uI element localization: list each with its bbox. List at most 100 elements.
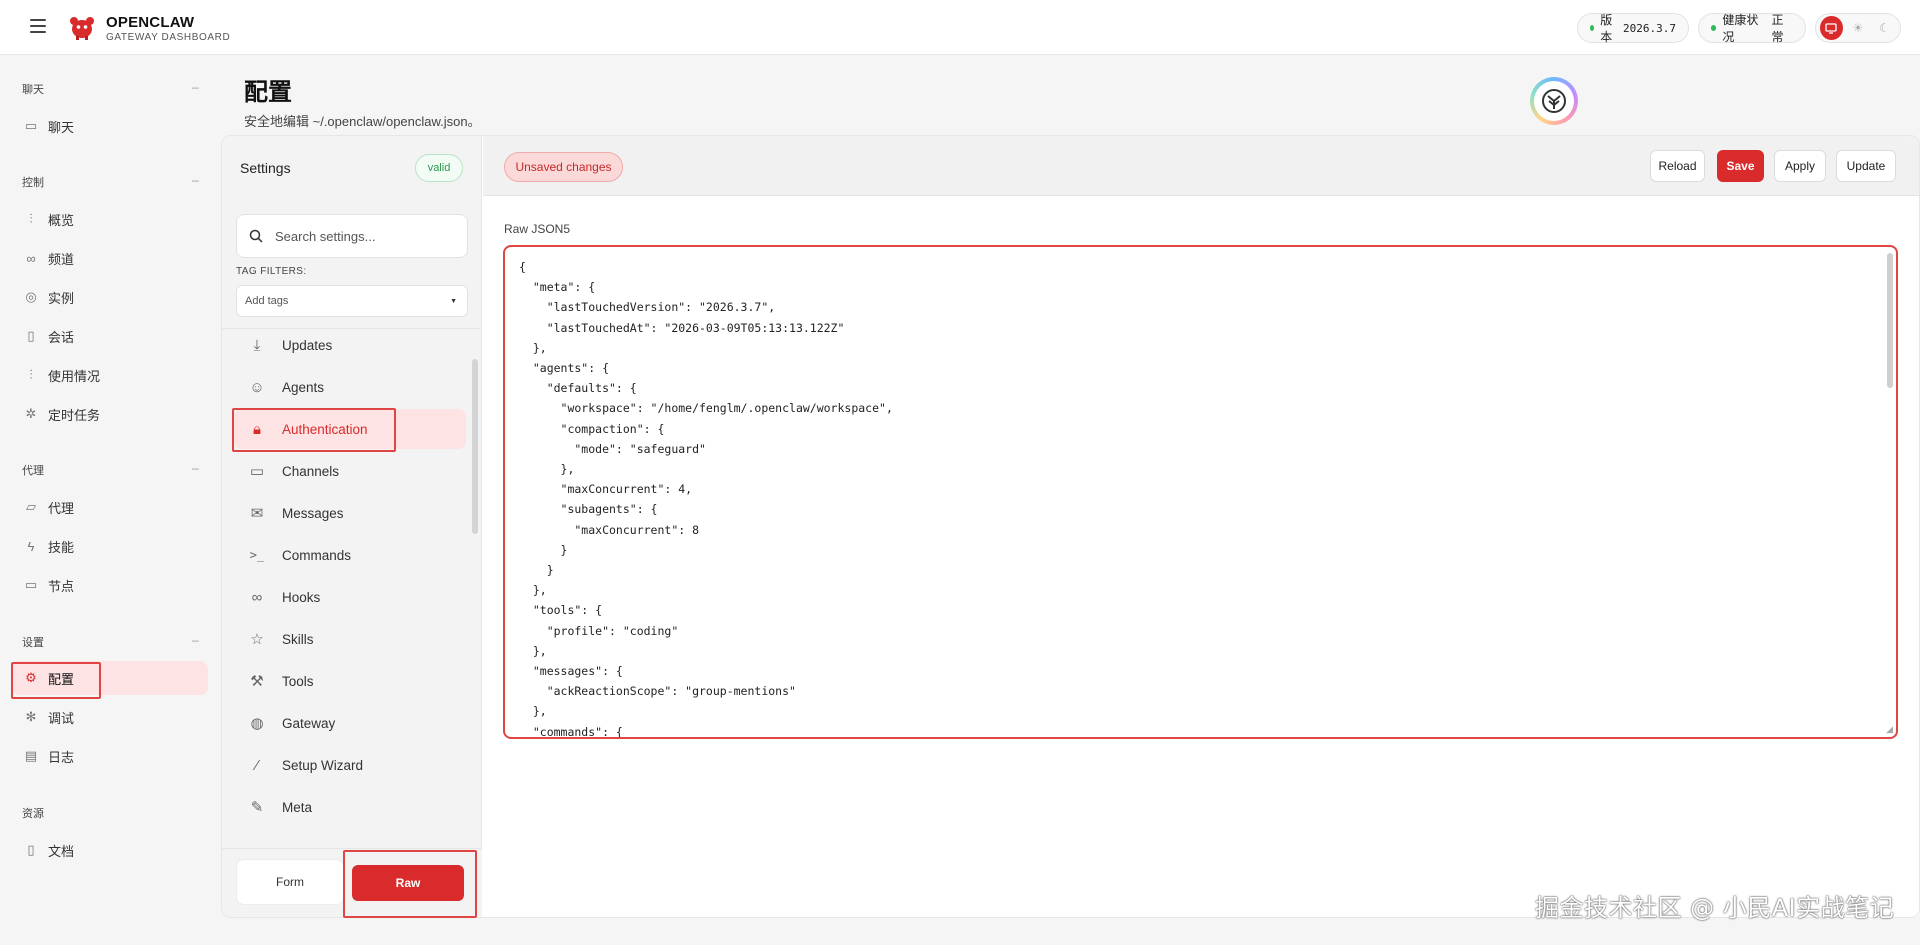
reload-button[interactable]: Reload (1650, 150, 1705, 182)
nav-item-logs[interactable]: ▤ 日志 (12, 739, 208, 773)
raw-json-editor[interactable]: { "meta": { "lastTouchedVersion": "2026.… (503, 245, 1898, 739)
moon-icon[interactable]: ☾ (1873, 16, 1896, 40)
monitor-icon: ▭ (24, 577, 38, 592)
caret-down-icon: ▼ (450, 297, 457, 305)
nav-item-label: 文档 (48, 843, 75, 859)
nav-item-label: 定时任务 (48, 407, 101, 423)
nav-item-label: 概览 (48, 212, 75, 228)
tag-filters-label: TAG FILTERS: (236, 266, 307, 277)
collapse-icon[interactable]: – (192, 173, 199, 187)
collapse-icon[interactable]: – (192, 633, 199, 647)
nav-item-skills[interactable]: ϟ 技能 (12, 529, 208, 563)
collapse-icon[interactable]: – (192, 80, 199, 94)
spinner-icon: ✲ (25, 406, 37, 421)
apply-button[interactable]: Apply (1774, 150, 1826, 182)
link-icon: ∞ (251, 588, 263, 606)
nav-section-chat: 聊天 (22, 84, 44, 96)
nav-section-agent: 代理 (22, 465, 44, 477)
download-icon: ⤓ (253, 336, 261, 354)
nav-section-settings: 设置 (22, 637, 44, 649)
raw-mode-button[interactable]: Raw (352, 865, 464, 901)
top-bar: OPENCLAW GATEWAY DASHBOARD 版本 2026.3.7 健… (0, 0, 1920, 55)
nav-item-usage[interactable]: ⫶ 使用情况 (12, 358, 208, 392)
category-label: Skills (282, 631, 314, 647)
terminal-icon: >_ (249, 548, 265, 562)
tag-select[interactable]: Add tags ▼ (236, 285, 468, 317)
nav-item-instances[interactable]: ◎ 实例 (12, 280, 208, 314)
nav-item-debug[interactable]: ✻ 调试 (12, 700, 208, 734)
raw-json5-label: Raw JSON5 (504, 222, 571, 236)
resize-grip-icon[interactable]: ◢ (1886, 724, 1893, 735)
editor-scrollbar[interactable] (1887, 253, 1893, 388)
category-updates[interactable]: ⤓ Updates (234, 329, 466, 365)
chat-icon: ▭ (24, 118, 38, 133)
category-channels[interactable]: ▭ Channels (234, 451, 466, 491)
nav-item-overview[interactable]: ⫶ 概览 (12, 202, 208, 236)
category-label: Gateway (282, 715, 336, 731)
mail-icon: ✉ (250, 505, 264, 522)
bolt-icon: ϟ (27, 538, 35, 554)
page-title: 配置 (244, 79, 292, 106)
chat-icon: ▭ (249, 463, 265, 480)
tag-select-value: Add tags (245, 295, 289, 307)
save-button[interactable]: Save (1717, 150, 1764, 182)
nav-item-label: 节点 (48, 578, 75, 594)
menu-icon[interactable] (30, 19, 46, 33)
document-icon: ▯ (27, 328, 35, 343)
category-hooks[interactable]: ∞ Hooks (234, 577, 466, 617)
nav-item-docs[interactable]: ▯ 文档 (12, 833, 208, 867)
nav-section-resources: 资源 (22, 808, 44, 820)
category-skills[interactable]: ☆ Skills (234, 619, 466, 659)
search-icon (249, 229, 263, 243)
category-label: Updates (282, 337, 333, 353)
gear-icon: ⚙ (25, 670, 37, 685)
search-box (236, 214, 468, 258)
collapse-icon[interactable]: – (192, 461, 199, 475)
monitor-theme-icon[interactable] (1820, 16, 1843, 40)
nav-item-nodes[interactable]: ▭ 节点 (12, 568, 208, 602)
nav-section-control: 控制 (22, 177, 44, 189)
mode-toggle: Form Raw (222, 848, 482, 917)
link-icon: ∞ (26, 250, 36, 266)
status-dot-icon (1590, 25, 1595, 31)
nav-item-label: 聊天 (48, 119, 75, 135)
category-meta[interactable]: ✎ Meta (234, 787, 466, 827)
nav-item-config[interactable]: ⚙ 配置 (12, 661, 208, 695)
sun-icon[interactable]: ☀ (1847, 16, 1870, 40)
raw-json-content[interactable]: { "meta": { "lastTouchedVersion": "2026.… (519, 257, 893, 737)
nav-item-channels[interactable]: ∞ 频道 (12, 241, 208, 275)
nav-item-chat[interactable]: ▭ 聊天 (12, 109, 208, 143)
star-icon: ☆ (250, 631, 264, 648)
category-authentication[interactable]: 🔒︎ Authentication (234, 409, 466, 449)
form-mode-button[interactable]: Form (236, 859, 344, 905)
update-button[interactable]: Update (1836, 150, 1896, 182)
nav-item-label: 代理 (48, 500, 75, 516)
nav-item-cron[interactable]: ✲ 定时任务 (12, 397, 208, 431)
category-agents[interactable]: ☺ Agents (234, 367, 466, 407)
nav-item-agents[interactable]: ▱ 代理 (12, 490, 208, 524)
category-label: Authentication (282, 421, 368, 437)
category-commands[interactable]: >_ Commands (234, 535, 466, 575)
globe-icon: ◍ (250, 715, 264, 732)
nav-item-label: 调试 (48, 710, 75, 726)
category-scrollbar[interactable] (472, 359, 478, 534)
category-tools[interactable]: ⚒ Tools (234, 661, 466, 701)
editor-toolbar: Unsaved changes Reload Save Apply Update (483, 136, 1919, 196)
bug-icon: ✻ (25, 709, 37, 724)
search-input[interactable] (275, 228, 455, 244)
category-messages[interactable]: ✉ Messages (234, 493, 466, 533)
nav-item-label: 日志 (48, 749, 75, 765)
category-label: Setup Wizard (282, 757, 364, 773)
category-gateway[interactable]: ◍ Gateway (234, 703, 466, 743)
watermark: 掘金技术社区 @ 小民AI实战笔记 (1535, 894, 1895, 922)
robot-icon: ☺ (249, 378, 265, 396)
editor-panel: Unsaved changes Reload Save Apply Update… (483, 136, 1919, 917)
category-setup-wizard[interactable]: ⁄ Setup Wizard (234, 745, 466, 785)
nav-item-sessions[interactable]: ▯ 会话 (12, 319, 208, 353)
category-label: Channels (282, 463, 340, 479)
nav-item-label: 技能 (48, 539, 75, 555)
bar-chart-icon: ⫶ (29, 211, 33, 226)
version-value: 2026.3.7 (1623, 21, 1676, 35)
category-label: Agents (282, 379, 325, 395)
nav-item-label: 实例 (48, 290, 75, 306)
